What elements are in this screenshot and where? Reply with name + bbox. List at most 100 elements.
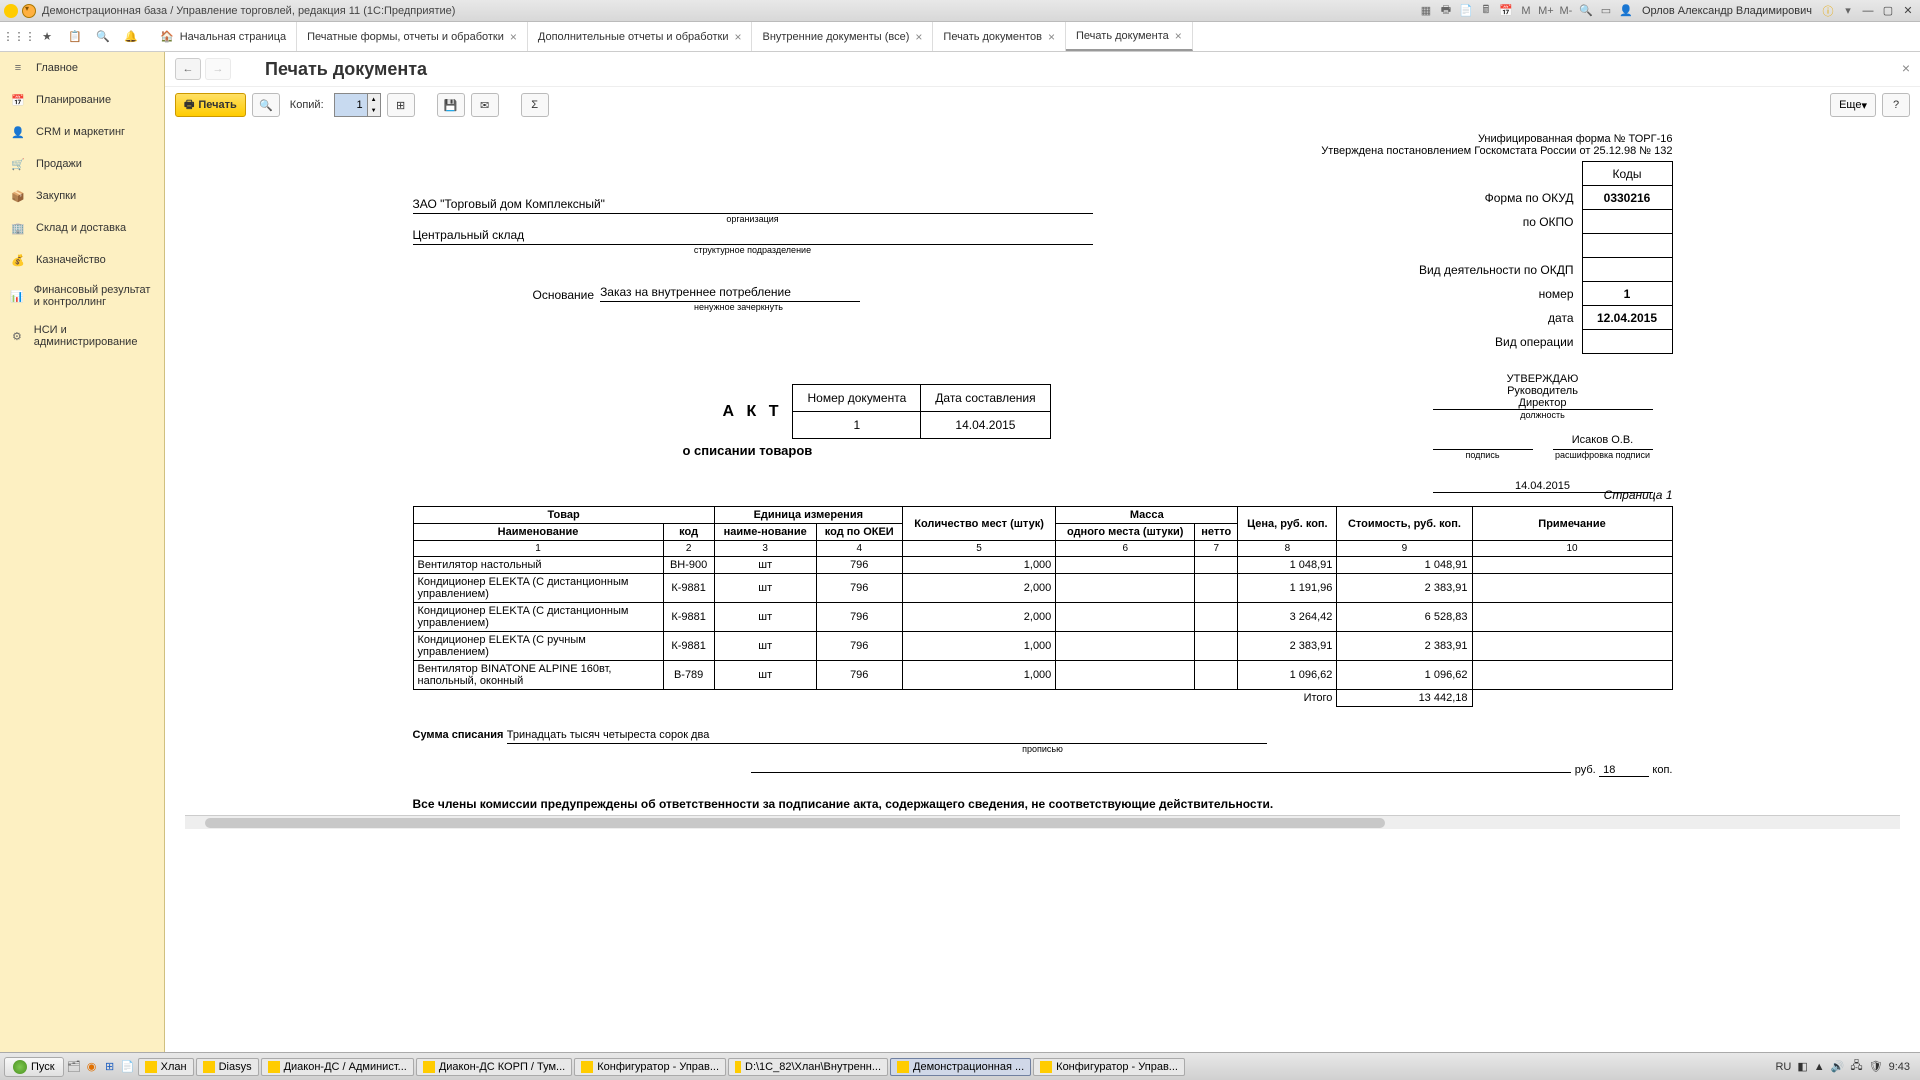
clipboard-icon[interactable]: 📋 bbox=[66, 28, 84, 46]
m-icon[interactable]: M bbox=[1518, 3, 1534, 19]
quicklaunch-icon[interactable]: ◉ bbox=[84, 1059, 100, 1075]
tray-icon[interactable]: 🔊 bbox=[1831, 1060, 1845, 1073]
approve-pos-sub: должность bbox=[1433, 410, 1653, 420]
document-area[interactable]: Унифицированная форма № ТОРГ-16 Утвержде… bbox=[165, 123, 1920, 1052]
sidebar-item-purchases[interactable]: 📦Закупки bbox=[0, 180, 164, 212]
help-button[interactable]: ? bbox=[1882, 93, 1910, 117]
more-button[interactable]: Еще ▾ bbox=[1830, 93, 1876, 117]
approve-position: Директор bbox=[1433, 397, 1653, 410]
doc-icon[interactable]: 📄 bbox=[1458, 3, 1474, 19]
maximize-button[interactable]: ▢ bbox=[1880, 4, 1896, 18]
apps-icon[interactable]: ⋮⋮⋮ bbox=[10, 28, 28, 46]
tray-icon[interactable]: 🛡 bbox=[1869, 1060, 1883, 1073]
content-close-icon[interactable]: × bbox=[1902, 60, 1910, 76]
taskbar-task[interactable]: Диакон-ДС / Админист... bbox=[261, 1058, 414, 1076]
mini-date-header: Дата составления bbox=[921, 385, 1050, 412]
taskbar-task[interactable]: Diasys bbox=[196, 1058, 259, 1076]
info-icon[interactable]: ⓘ bbox=[1820, 3, 1836, 19]
document: Унифицированная форма № ТОРГ-16 Утвержде… bbox=[413, 133, 1673, 811]
sidebar-item-label: Склад и доставка bbox=[36, 222, 126, 234]
copies-input[interactable] bbox=[335, 94, 367, 116]
total-value: 13 442,18 bbox=[1337, 690, 1472, 707]
quicklaunch-icon[interactable]: ⊞ bbox=[102, 1059, 118, 1075]
settings-button[interactable]: ⊞ bbox=[387, 93, 415, 117]
tab-close-icon[interactable]: × bbox=[734, 30, 741, 44]
sidebar-item-main[interactable]: ≡Главное bbox=[0, 52, 164, 84]
copies-spinner[interactable]: ▲▼ bbox=[334, 93, 381, 117]
quicklaunch-icon[interactable]: 📄 bbox=[120, 1059, 136, 1075]
sidebar-item-crm[interactable]: 👤CRM и маркетинг bbox=[0, 116, 164, 148]
approve-date: 14.04.2015 bbox=[1433, 480, 1653, 493]
lang-indicator[interactable]: RU bbox=[1775, 1061, 1791, 1073]
sidebar-item-warehouse[interactable]: 🏢Склад и доставка bbox=[0, 212, 164, 244]
tab-label: Внутренние документы (все) bbox=[762, 31, 909, 43]
print-icon[interactable]: 🖶 bbox=[1438, 3, 1454, 19]
sidebar-item-finance[interactable]: 📊Финансовый результат и контроллинг bbox=[0, 276, 164, 316]
nav-back-button[interactable]: ← bbox=[175, 58, 201, 80]
taskbar-task[interactable]: Конфигуратор - Управ... bbox=[1033, 1058, 1185, 1076]
horizontal-scrollbar[interactable] bbox=[185, 815, 1900, 829]
tab-home[interactable]: 🏠Начальная страница bbox=[150, 22, 297, 51]
search-icon[interactable]: 🔍 bbox=[94, 28, 112, 46]
dropdown-icon[interactable]: ▾ bbox=[1840, 3, 1856, 19]
sidebar-item-treasury[interactable]: 💰Казначейство bbox=[0, 244, 164, 276]
tab-close-icon[interactable]: × bbox=[1175, 29, 1182, 43]
taskbar-task[interactable]: Конфигуратор - Управ... bbox=[574, 1058, 726, 1076]
zoom-icon[interactable]: 🔍 bbox=[1578, 3, 1594, 19]
m-plus-icon[interactable]: M+ bbox=[1538, 3, 1554, 19]
app-menu-dropdown[interactable] bbox=[22, 4, 36, 18]
home-icon: 🏠 bbox=[160, 30, 174, 43]
system-tray: RU ◧ ▲ 🔊 🖧 🛡 9:43 bbox=[1775, 1057, 1916, 1076]
panel-icon[interactable]: ▭ bbox=[1598, 3, 1614, 19]
minimize-button[interactable]: — bbox=[1860, 4, 1876, 18]
star-icon[interactable]: ★ bbox=[38, 28, 56, 46]
oper-value bbox=[1582, 330, 1672, 354]
tray-icon[interactable]: 🖧 bbox=[1850, 1057, 1862, 1076]
sidebar-item-sales[interactable]: 🛒Продажи bbox=[0, 148, 164, 180]
form-header: Унифицированная форма № ТОРГ-16 Утвержде… bbox=[413, 133, 1673, 157]
start-button[interactable]: Пуск bbox=[4, 1057, 64, 1077]
sidebar-item-label: Главное bbox=[36, 62, 78, 74]
tab-internal-docs[interactable]: Внутренние документы (все) × bbox=[752, 22, 933, 51]
spinner-down[interactable]: ▼ bbox=[368, 105, 380, 116]
total-row: Итого 13 442,18 bbox=[413, 690, 1672, 707]
tab-close-icon[interactable]: × bbox=[1048, 30, 1055, 44]
close-button[interactable]: ✕ bbox=[1900, 4, 1916, 18]
bell-icon[interactable]: 🔔 bbox=[122, 28, 140, 46]
tab-label: Дополнительные отчеты и обработки bbox=[538, 31, 729, 43]
calendar-icon[interactable]: 📅 bbox=[1498, 3, 1514, 19]
approve-sign-line bbox=[1433, 434, 1533, 450]
tab-print-doc[interactable]: Печать документа× bbox=[1066, 22, 1193, 51]
toolbar-icon[interactable]: ▦ bbox=[1418, 3, 1434, 19]
mail-button[interactable]: ✉ bbox=[471, 93, 499, 117]
taskbar-task[interactable]: Хлан bbox=[138, 1058, 194, 1076]
tab-additional-reports[interactable]: Дополнительные отчеты и обработки × bbox=[528, 22, 753, 51]
tray-icon[interactable]: ▲ bbox=[1814, 1061, 1825, 1073]
print-button[interactable]: 🖶Печать bbox=[175, 93, 246, 117]
sum-button[interactable]: Σ bbox=[521, 93, 549, 117]
window-title: Демонстрационная база / Управление торго… bbox=[42, 5, 455, 17]
scrollbar-thumb[interactable] bbox=[205, 818, 1385, 828]
taskbar-task[interactable]: D:\1C_82\Хлан\Внутренн... bbox=[728, 1058, 888, 1076]
tray-icon[interactable]: ◧ bbox=[1797, 1060, 1807, 1073]
tab-close-icon[interactable]: × bbox=[915, 30, 922, 44]
sidebar-item-label: Планирование bbox=[36, 94, 111, 106]
taskbar-task[interactable]: Демонстрационная ... bbox=[890, 1058, 1031, 1076]
spinner-up[interactable]: ▲ bbox=[368, 94, 380, 105]
calc-icon[interactable]: 🖩 bbox=[1478, 3, 1494, 19]
quicklaunch-icon[interactable]: 🗂 bbox=[66, 1059, 82, 1075]
toolbar: 🖶Печать 🔍 Копий: ▲▼ ⊞ 💾 ✉ Σ Еще ▾ ? bbox=[165, 87, 1920, 123]
user-name[interactable]: Орлов Александр Владимирович bbox=[1642, 5, 1812, 17]
m-minus-icon[interactable]: M- bbox=[1558, 3, 1574, 19]
content: ← → Печать документа × 🖶Печать 🔍 Копий: … bbox=[165, 52, 1920, 1052]
sidebar-item-admin[interactable]: ⚙НСИ и администрирование bbox=[0, 316, 164, 356]
clock[interactable]: 9:43 bbox=[1889, 1061, 1910, 1073]
preview-button[interactable]: 🔍 bbox=[252, 93, 280, 117]
tab-close-icon[interactable]: × bbox=[510, 30, 517, 44]
taskbar-task[interactable]: Диакон-ДС КОРП / Тум... bbox=[416, 1058, 572, 1076]
tab-print-forms[interactable]: Печатные формы, отчеты и обработки× bbox=[297, 22, 528, 51]
save-button[interactable]: 💾 bbox=[437, 93, 465, 117]
tab-print-docs[interactable]: Печать документов× bbox=[933, 22, 1066, 51]
sidebar-item-planning[interactable]: 📅Планирование bbox=[0, 84, 164, 116]
nav-forward-button[interactable]: → bbox=[205, 58, 231, 80]
